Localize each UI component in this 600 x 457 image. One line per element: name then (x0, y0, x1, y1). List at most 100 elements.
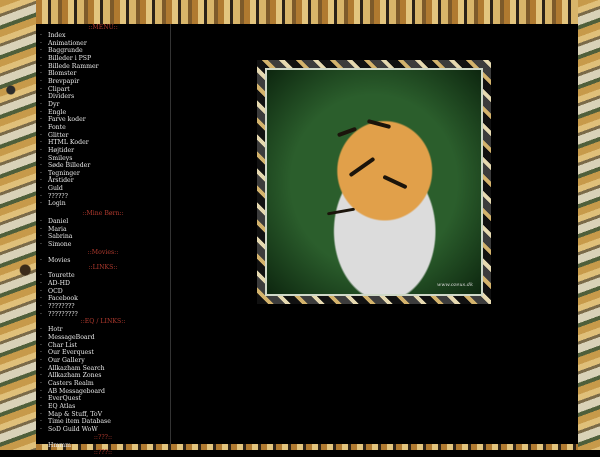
bullet-icon: · (40, 108, 42, 116)
menu-link-label: Søde Billeder (48, 162, 91, 170)
menu-link-eq-atlas[interactable]: · EQ Atlas (36, 403, 170, 411)
bullet-icon: · (40, 349, 42, 357)
bullet-icon: · (40, 280, 42, 288)
bullet-icon: · (40, 310, 42, 318)
bullet-icon: · (40, 47, 42, 55)
menu-link-everquest[interactable]: · EverQuest (36, 395, 170, 403)
menu-link-label: Index (48, 32, 66, 39)
menu-link-sabrina[interactable]: · Sabrina (36, 233, 170, 241)
menu-link-label: Our Everquest (48, 349, 94, 357)
menu-link-maria[interactable]: · Maria (36, 226, 170, 234)
menu-link-label: Animationer (48, 39, 87, 47)
menu-link-our-gallery[interactable]: · Our Gallery (36, 357, 170, 365)
menu-link-label: Facebook (48, 295, 78, 303)
menu-link-hmmm[interactable]: · Hmmm (36, 442, 170, 450)
menu-link-char-list[interactable]: · Char List (36, 342, 170, 350)
menu-link-baggrunde[interactable]: · Baggrunde (36, 47, 170, 55)
bullet-icon: · (40, 272, 42, 280)
menu-link-årstider[interactable]: · Årstider (36, 177, 170, 185)
bullet-icon: · (40, 62, 42, 70)
menu-link-clipart[interactable]: · Clipart (36, 86, 170, 94)
bullet-icon: · (40, 200, 42, 208)
right-decorative-border (578, 0, 600, 450)
movies-section-title: ::Movies:: (87, 248, 119, 256)
menu-link-time-item-database[interactable]: · Time item Database (36, 418, 170, 426)
menu-link-tourette[interactable]: · Tourette (36, 272, 170, 280)
menu-link-login[interactable]: · Login (36, 200, 170, 208)
menu-link-label: Billede Rammer (48, 62, 99, 70)
menu-link-glitter[interactable]: · Glitter (36, 132, 170, 140)
menu-link-label: Time item Database (48, 418, 111, 426)
bullet-icon: · (40, 131, 42, 139)
menu-link-farve-koder[interactable]: · Farve koder (36, 116, 170, 124)
menu-link-casters-realm[interactable]: · Casters Realm (36, 380, 170, 388)
menu-link-smileys[interactable]: · Smileys (36, 155, 170, 163)
menu-link-our-everquest[interactable]: · Our Everquest (36, 349, 170, 357)
menu-link-billede-rammer[interactable]: · Billede Rammer (36, 63, 170, 71)
menu-link-messageboard[interactable]: · MessageBoard (36, 334, 170, 342)
menu-link-label: Tourette (48, 272, 75, 280)
bullet-icon: · (40, 100, 42, 108)
menu-link-label: Glitter (48, 131, 69, 139)
menu-link-blomster[interactable]: · Blomster (36, 70, 170, 78)
menu-link-brevpapir[interactable]: · Brevpapir (36, 78, 170, 86)
bullet-icon: · (40, 256, 42, 264)
menu-link-allkazham-zones[interactable]: · Allkazham Zones (36, 372, 170, 380)
menu-link-label: ????????? (48, 310, 78, 318)
menu-link-engle[interactable]: · Engle (36, 109, 170, 117)
bullet-icon: · (40, 218, 42, 226)
menu-link-hotr[interactable]: · Hotr (36, 326, 170, 334)
menu-link-label: HTML Koder (48, 139, 89, 147)
menu-link-dividers[interactable]: · Dividers (36, 93, 170, 101)
menu-link-index[interactable]: · Index (36, 32, 170, 40)
bullet-icon: · (40, 123, 42, 131)
menu-link-allkazham-search[interactable]: · Allkazham Search (36, 365, 170, 373)
bullet-icon: · (40, 177, 42, 185)
menu-link-label: Tegninger (48, 169, 80, 177)
menu-link-item[interactable]: ·?????? (36, 193, 170, 201)
bullet-icon: · (40, 39, 42, 47)
links-section-title: ::LINKS:: (88, 264, 118, 272)
menu-link-movies[interactable]: · Movies (36, 257, 170, 265)
menu-link-dyr[interactable]: · Dyr (36, 101, 170, 109)
children-section-title: ::Mine Børn:: (82, 210, 124, 218)
menu-link-item[interactable]: ·????????? (36, 311, 170, 319)
menu-link-ab-messageboard[interactable]: · AB Messageboard (36, 388, 170, 396)
menu-link-label: EverQuest (48, 395, 82, 403)
menu-link-facebook[interactable]: · Facebook (36, 295, 170, 303)
menu-link-label: Guld (48, 185, 63, 193)
menu-link-billeder-i-psp[interactable]: · Billeder i PSP (36, 55, 170, 63)
menu-link-label: Map & Stuff, ToV (48, 410, 103, 418)
menu-link-animationer[interactable]: · Animationer (36, 40, 170, 48)
menu-link-label: Daniel (48, 218, 69, 226)
menu-link-label: Brevpapir (48, 77, 80, 85)
menu-link-label: AB Messageboard (48, 387, 105, 395)
menu-link-item[interactable]: ·???????? (36, 303, 170, 311)
menu-link-sod-guild-wow[interactable]: · SoD Guild WoW (36, 426, 170, 434)
menu-link-label: Movies (48, 256, 71, 264)
bullet-icon: · (40, 395, 42, 403)
menu-link-label: Hmmm (48, 441, 71, 449)
bullet-icon: · (40, 303, 42, 310)
menu-link-label: AD-HD (48, 280, 70, 288)
menu-link-guld[interactable]: · Guld (36, 185, 170, 193)
bullet-icon: · (40, 154, 42, 162)
menu-link-ad-hd[interactable]: · AD-HD (36, 280, 170, 288)
menu-link-højtider[interactable]: · Højtider (36, 147, 170, 155)
bullet-icon: · (40, 287, 42, 295)
menu-link-simone[interactable]: · Simone (36, 241, 170, 249)
menu-link-label: Simone (48, 241, 72, 249)
menu-link-label: Dyr (48, 100, 60, 108)
bullet-icon: · (40, 241, 42, 249)
menu-link-daniel[interactable]: · Daniel (36, 218, 170, 226)
menu-link-ocd[interactable]: · OCD (36, 288, 170, 296)
bullet-icon: · (40, 185, 42, 193)
menu-link-label: Billeder i PSP (48, 54, 92, 62)
menu-link-html-koder[interactable]: · HTML Koder (36, 139, 170, 147)
menu-link-søde-billeder[interactable]: · Søde Billeder (36, 162, 170, 170)
menu-link-map-stuff-tov[interactable]: · Map & Stuff, ToV (36, 411, 170, 419)
bullet-icon: · (40, 425, 42, 433)
menu-link-label: Clipart (48, 85, 70, 93)
menu-link-fonte[interactable]: · Fonte (36, 124, 170, 132)
menu-link-label: ?????? (48, 192, 68, 200)
